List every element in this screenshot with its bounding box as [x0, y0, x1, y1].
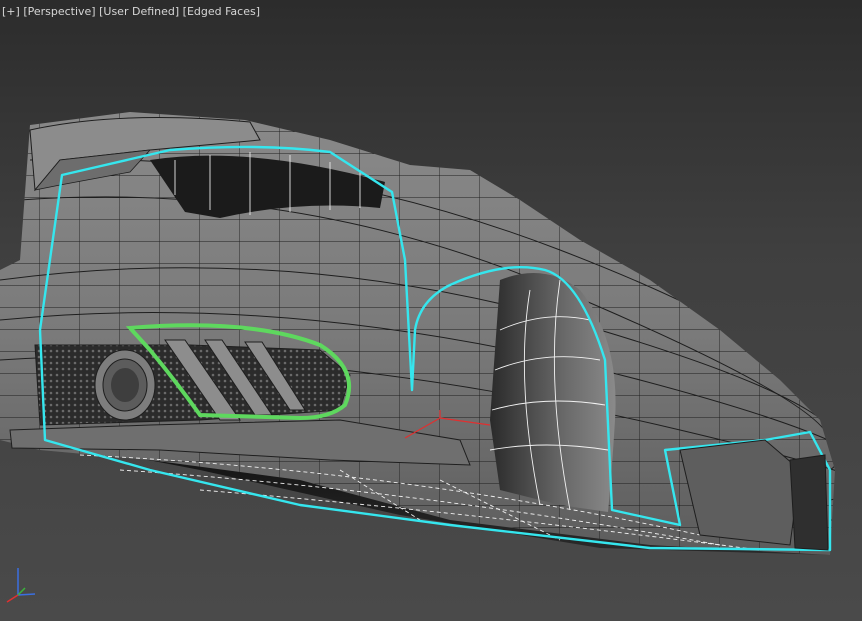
- car-rear-mesh-scene[interactable]: [0, 0, 862, 621]
- xyz-axis-tripod-icon: [6, 568, 36, 603]
- viewport-label-bar: [+] [Perspective] [User Defined] [Edged …: [2, 5, 260, 18]
- perspective-viewport[interactable]: [+] [Perspective] [User Defined] [Edged …: [0, 0, 862, 621]
- viewport-style-label[interactable]: [User Defined]: [99, 5, 179, 18]
- viewport-menu-button[interactable]: [+]: [2, 5, 20, 18]
- viewport-shading-label[interactable]: [Edged Faces]: [183, 5, 260, 18]
- viewport-pov-label[interactable]: [Perspective]: [23, 5, 95, 18]
